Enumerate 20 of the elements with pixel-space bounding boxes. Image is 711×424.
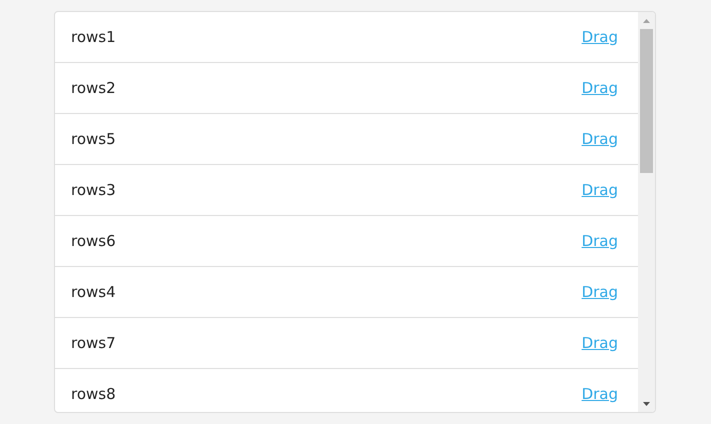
row-label: rows2 — [71, 78, 116, 99]
drag-link[interactable]: Drag — [582, 178, 618, 202]
scrollbar[interactable] — [638, 12, 655, 412]
row-label: rows4 — [71, 282, 116, 303]
row-label: rows7 — [71, 332, 116, 354]
scrollbar-thumb[interactable] — [640, 29, 654, 173]
scroll-down-icon[interactable] — [643, 402, 650, 406]
row-label: rows6 — [71, 230, 116, 252]
drag-link[interactable]: Drag — [582, 230, 618, 252]
drag-link[interactable]: Drag — [582, 76, 618, 100]
row-label: rows3 — [71, 180, 116, 201]
drag-link[interactable]: Drag — [582, 280, 618, 304]
row-label: rows1 — [71, 26, 116, 48]
drag-link[interactable]: Drag — [582, 382, 618, 406]
drag-link[interactable]: Drag — [582, 26, 618, 48]
row-label: rows8 — [71, 384, 116, 405]
row-label: rows5 — [71, 128, 116, 150]
drag-link[interactable]: Drag — [582, 332, 618, 354]
scroll-up-icon[interactable] — [643, 19, 650, 23]
drag-link[interactable]: Drag — [582, 128, 618, 150]
